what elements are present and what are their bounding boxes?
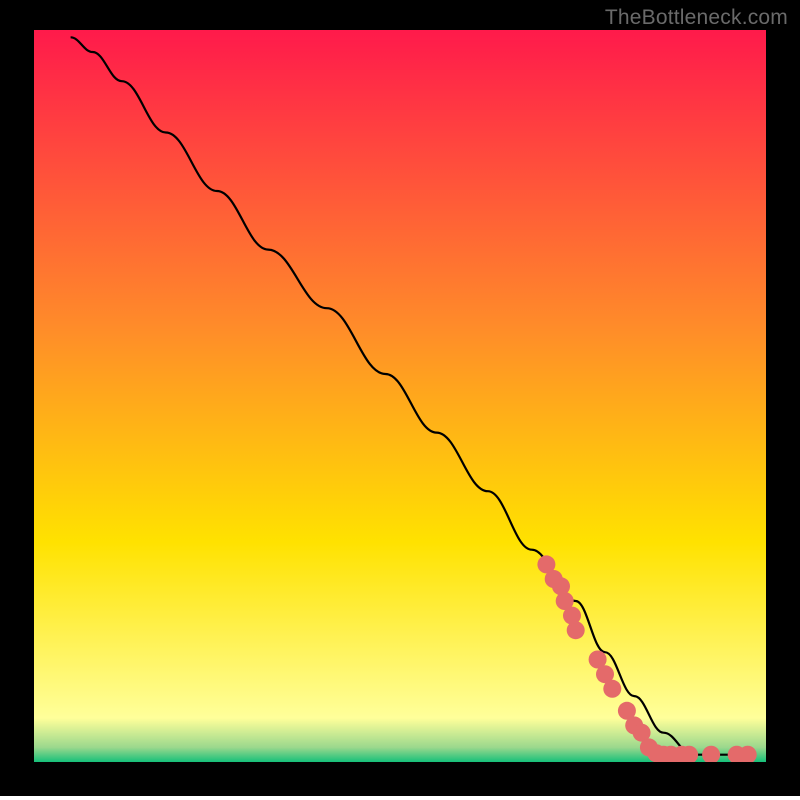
observed-point — [603, 680, 621, 698]
chart-stage: TheBottleneck.com — [0, 0, 800, 800]
observed-point — [567, 621, 585, 639]
observed-point — [702, 746, 720, 764]
observed-point — [680, 746, 698, 764]
gradient-background — [34, 30, 766, 762]
attribution-text: TheBottleneck.com — [605, 6, 788, 30]
observed-point — [739, 746, 757, 764]
bottleneck-chart — [0, 0, 800, 800]
